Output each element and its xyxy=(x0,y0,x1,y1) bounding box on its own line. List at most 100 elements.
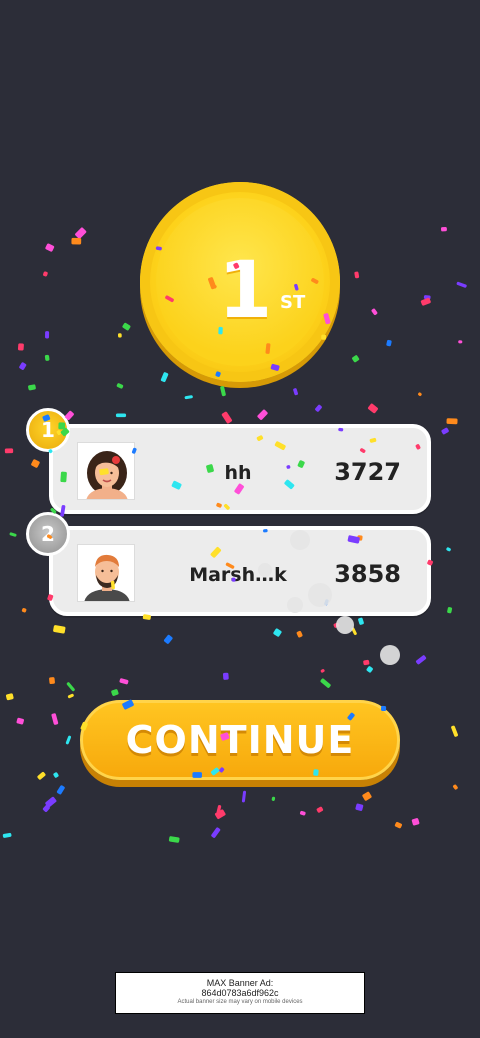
confetti-piece xyxy=(42,804,50,812)
confetti-piece xyxy=(45,243,55,252)
confetti-piece xyxy=(458,340,463,344)
rank-badge-gold: 1 xyxy=(26,408,70,452)
leaderboard-row-2: Marsh…k 3858 xyxy=(49,526,431,616)
confetti-piece xyxy=(163,634,173,644)
confetti-piece xyxy=(293,388,298,396)
confetti-piece xyxy=(456,281,467,288)
confetti-piece xyxy=(21,608,27,613)
confetti-piece xyxy=(160,372,169,383)
confetti-piece xyxy=(241,790,247,803)
confetti-piece xyxy=(366,666,373,673)
confetti-piece xyxy=(386,339,392,347)
confetti-piece xyxy=(354,271,360,279)
confetti-overlay xyxy=(2,226,467,843)
confetti-piece xyxy=(53,772,59,778)
confetti-piece xyxy=(273,628,282,637)
confetti-piece xyxy=(56,785,65,795)
confetti-piece xyxy=(351,627,357,636)
confetti-piece xyxy=(257,409,268,420)
confetti-piece xyxy=(362,791,372,801)
avatar-man-icon xyxy=(77,544,135,602)
confetti-piece xyxy=(119,678,129,685)
confetti-piece xyxy=(316,806,324,813)
ad-id: 864d0783a6df962c xyxy=(201,988,279,998)
confetti-piece xyxy=(37,771,46,780)
confetti-piece xyxy=(271,796,276,801)
confetti-piece xyxy=(441,427,449,435)
confetti-piece xyxy=(441,226,447,232)
medal-rank: 1 xyxy=(218,246,272,336)
confetti-piece xyxy=(211,827,221,838)
continue-button-label: CONTINUE xyxy=(125,718,355,762)
confetti-piece xyxy=(19,362,27,370)
confetti-piece xyxy=(5,693,14,701)
confetti-piece xyxy=(67,693,74,699)
ad-note: Actual banner size may vary on mobile de… xyxy=(177,999,303,1005)
confetti-piece xyxy=(333,622,340,628)
confetti-piece xyxy=(320,678,331,688)
confetti-piece xyxy=(115,413,127,418)
player-score: 3858 xyxy=(334,560,401,588)
confetti-piece xyxy=(45,331,50,339)
confetti-piece xyxy=(363,659,370,666)
ad-banner[interactable]: MAX Banner Ad: 864d0783a6df962c Actual b… xyxy=(115,972,365,1014)
ad-title: MAX Banner Ad: xyxy=(206,978,274,988)
confetti-piece xyxy=(411,818,420,826)
confetti-piece xyxy=(16,717,24,725)
confetti-piece xyxy=(355,803,364,811)
confetti-piece xyxy=(31,459,40,468)
confetti-piece xyxy=(117,333,122,338)
confetti-piece xyxy=(415,655,427,665)
player-name: Marsh…k xyxy=(189,564,287,586)
confetti-piece xyxy=(214,809,226,820)
confetti-piece xyxy=(446,547,451,552)
rank-badge-silver: 2 xyxy=(26,512,70,556)
confetti-piece xyxy=(184,395,193,400)
confetti-piece xyxy=(168,836,180,843)
confetti-piece xyxy=(358,617,364,625)
confetti-piece xyxy=(216,805,222,814)
confetti-piece xyxy=(45,796,57,808)
confetti-piece xyxy=(446,418,458,425)
smoke-puff xyxy=(380,645,400,665)
confetti-piece xyxy=(116,383,124,389)
confetti-piece xyxy=(367,403,378,414)
leaderboard-row-1: hh 3727 xyxy=(49,424,431,514)
confetti-piece xyxy=(2,832,12,838)
confetti-piece xyxy=(43,271,48,277)
continue-button[interactable]: CONTINUE xyxy=(80,700,400,780)
confetti-piece xyxy=(452,784,458,790)
confetti-piece xyxy=(44,354,50,361)
confetti-piece xyxy=(418,392,422,397)
confetti-piece xyxy=(296,630,303,638)
confetti-piece xyxy=(122,322,131,331)
confetti-piece xyxy=(4,448,14,454)
confetti-piece xyxy=(28,384,36,391)
confetti-piece xyxy=(17,343,24,351)
medal-face: 1 ST xyxy=(156,198,324,366)
confetti-piece xyxy=(371,308,378,315)
confetti-piece xyxy=(75,227,87,239)
confetti-piece xyxy=(221,411,232,424)
confetti-piece xyxy=(423,295,431,300)
confetti-piece xyxy=(451,725,458,737)
confetti-piece xyxy=(315,404,322,412)
confetti-piece xyxy=(66,682,75,692)
medal-suffix: ST xyxy=(280,292,306,313)
avatar-woman-icon xyxy=(77,442,135,500)
player-name: hh xyxy=(224,462,252,484)
confetti-piece xyxy=(352,355,360,363)
first-place-medal: 1 ST xyxy=(140,182,340,382)
confetti-piece xyxy=(65,735,72,745)
confetti-piece xyxy=(49,677,55,685)
confetti-piece xyxy=(53,625,66,634)
confetti-piece xyxy=(220,386,226,397)
smoke-puff xyxy=(336,616,354,634)
confetti-piece xyxy=(299,810,306,816)
confetti-piece xyxy=(320,669,325,673)
player-score: 3727 xyxy=(334,458,401,486)
confetti-piece xyxy=(447,607,453,614)
confetti-piece xyxy=(420,297,431,306)
confetti-piece xyxy=(111,689,119,696)
confetti-piece xyxy=(394,821,402,829)
